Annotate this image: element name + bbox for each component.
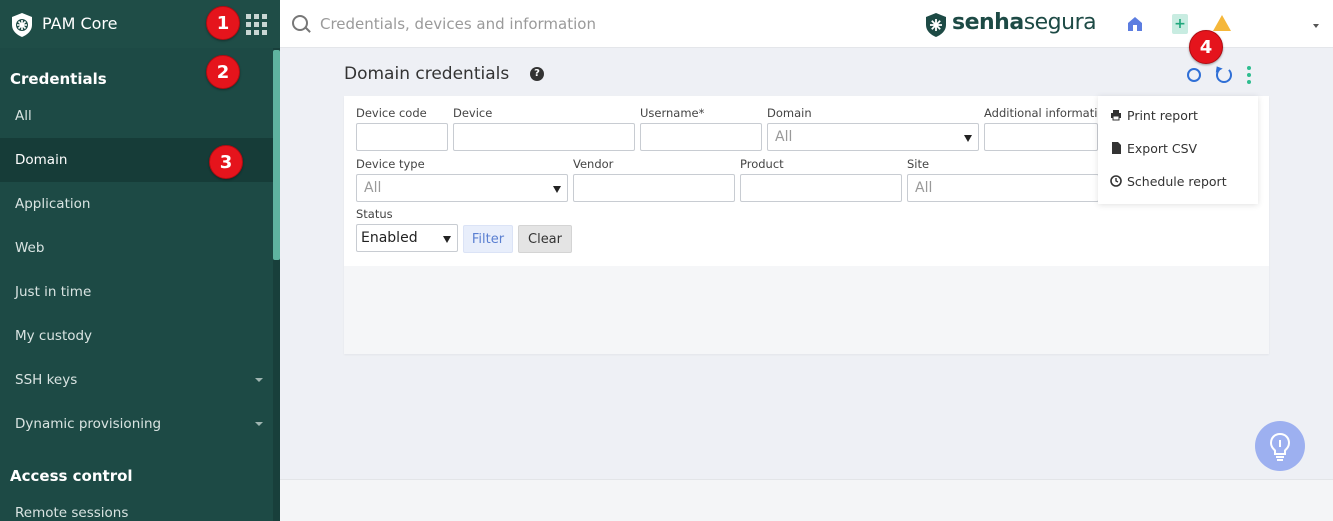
device-code-label: Device code <box>356 106 427 120</box>
sidebar-item-my-custody[interactable]: My custody <box>0 314 273 358</box>
sidebar-item-remote-sessions[interactable]: Remote sessions <box>0 491 273 521</box>
sidebar-item-dynamic-provisioning[interactable]: Dynamic provisioning <box>0 402 273 446</box>
product-field[interactable] <box>740 174 902 202</box>
more-options-icon[interactable] <box>1247 66 1253 86</box>
device-field[interactable] <box>453 123 635 151</box>
chevron-down-icon <box>553 186 561 193</box>
apps-grid-icon[interactable] <box>246 14 268 35</box>
user-menu-caret-icon[interactable] <box>1313 24 1319 28</box>
brand-name-bold: senha <box>952 10 1024 35</box>
sidebar-item-web[interactable]: Web <box>0 226 273 270</box>
menu-item-export-csv[interactable]: Export CSV <box>1110 139 1197 159</box>
annotation-marker-1: 1 <box>206 6 240 40</box>
username-label: Username* <box>640 106 705 120</box>
chevron-down-icon <box>964 135 972 142</box>
brand-name: senhasegura <box>952 10 1097 35</box>
additional-info-field[interactable] <box>984 123 1098 151</box>
sidebar-item-label: SSH keys <box>15 372 78 388</box>
sidebar-item-label: My custody <box>15 328 93 344</box>
home-icon[interactable] <box>1126 15 1144 33</box>
menu-item-label: Schedule report <box>1127 174 1227 189</box>
page-title: Domain credentials <box>344 64 510 84</box>
domain-label: Domain <box>767 106 812 120</box>
sidebar-item-label: Just in time <box>15 284 92 300</box>
device-type-select[interactable]: All <box>356 174 568 202</box>
sidebar-item-label: All <box>15 108 32 124</box>
more-options-menu: Print report Export CSV Schedule report <box>1098 96 1258 204</box>
domain-select-value: All <box>775 129 793 145</box>
sidebar-item-label: Dynamic provisioning <box>15 416 162 432</box>
annotation-marker-2: 2 <box>206 55 240 89</box>
site-select[interactable]: All <box>907 174 1099 202</box>
sidebar-item-label: Web <box>15 240 45 256</box>
additional-info-label: Additional information <box>984 106 1098 120</box>
menu-item-label: Export CSV <box>1127 141 1198 156</box>
chevron-down-icon <box>255 422 263 426</box>
annotation-marker-3: 3 <box>209 145 243 179</box>
site-select-value: All <box>915 180 933 196</box>
device-type-label: Device type <box>356 157 425 171</box>
chevron-down-icon <box>443 236 451 243</box>
vendor-field[interactable] <box>573 174 735 202</box>
sidebar-item-label: Application <box>15 196 91 212</box>
annotation-marker-4: 4 <box>1189 30 1223 64</box>
app-logo-icon[interactable] <box>10 12 34 38</box>
menu-item-schedule-report[interactable]: Schedule report <box>1110 172 1227 192</box>
sidebar-item-ssh-keys[interactable]: SSH keys <box>0 358 273 402</box>
clear-button[interactable]: Clear <box>518 225 572 253</box>
warning-icon[interactable] <box>1213 15 1231 31</box>
chevron-down-icon <box>255 378 263 382</box>
device-type-select-value: All <box>364 180 382 196</box>
app-title[interactable]: PAM Core <box>42 14 118 33</box>
sidebar-item-just-in-time[interactable]: Just in time <box>0 270 273 314</box>
section-title-credentials: Credentials <box>10 70 107 88</box>
sidebar-item-application[interactable]: Application <box>0 182 273 226</box>
status-label: Status <box>356 207 393 221</box>
clock-icon <box>1110 175 1122 187</box>
device-code-field[interactable] <box>356 123 448 151</box>
help-icon[interactable]: ? <box>530 67 544 81</box>
search-icon <box>292 15 308 31</box>
add-document-icon[interactable]: + <box>1172 14 1188 34</box>
site-label: Site <box>907 157 930 171</box>
username-field[interactable] <box>640 123 762 151</box>
vendor-label: Vendor <box>573 157 614 171</box>
filter-button[interactable]: Filter <box>463 225 513 253</box>
device-label: Device <box>453 106 493 120</box>
sidebar-item-label: Domain <box>15 152 68 168</box>
status-select-value: Enabled <box>361 230 418 246</box>
global-search-input[interactable] <box>320 10 880 38</box>
refresh-icon[interactable] <box>1216 67 1232 83</box>
topbar: senhasegura + <box>280 0 1333 48</box>
sidebar-item-all[interactable]: All <box>0 94 273 138</box>
brand-name-light: segura <box>1023 10 1097 35</box>
status-select[interactable]: Enabled <box>356 224 458 252</box>
brand-logo-icon <box>926 13 946 37</box>
lightbulb-help-icon[interactable] <box>1255 421 1305 471</box>
product-label: Product <box>740 157 784 171</box>
file-icon <box>1112 142 1121 154</box>
search-icon[interactable] <box>1187 68 1201 82</box>
menu-item-print-report[interactable]: Print report <box>1110 106 1198 126</box>
section-title-access-control: Access control <box>10 467 133 485</box>
printer-icon <box>1111 110 1121 121</box>
footer-strip <box>280 479 1333 521</box>
sidebar-item-label: Remote sessions <box>15 505 129 521</box>
sidebar-scrollbar[interactable] <box>273 50 280 260</box>
menu-item-label: Print report <box>1127 108 1198 123</box>
domain-select[interactable]: All <box>767 123 979 151</box>
